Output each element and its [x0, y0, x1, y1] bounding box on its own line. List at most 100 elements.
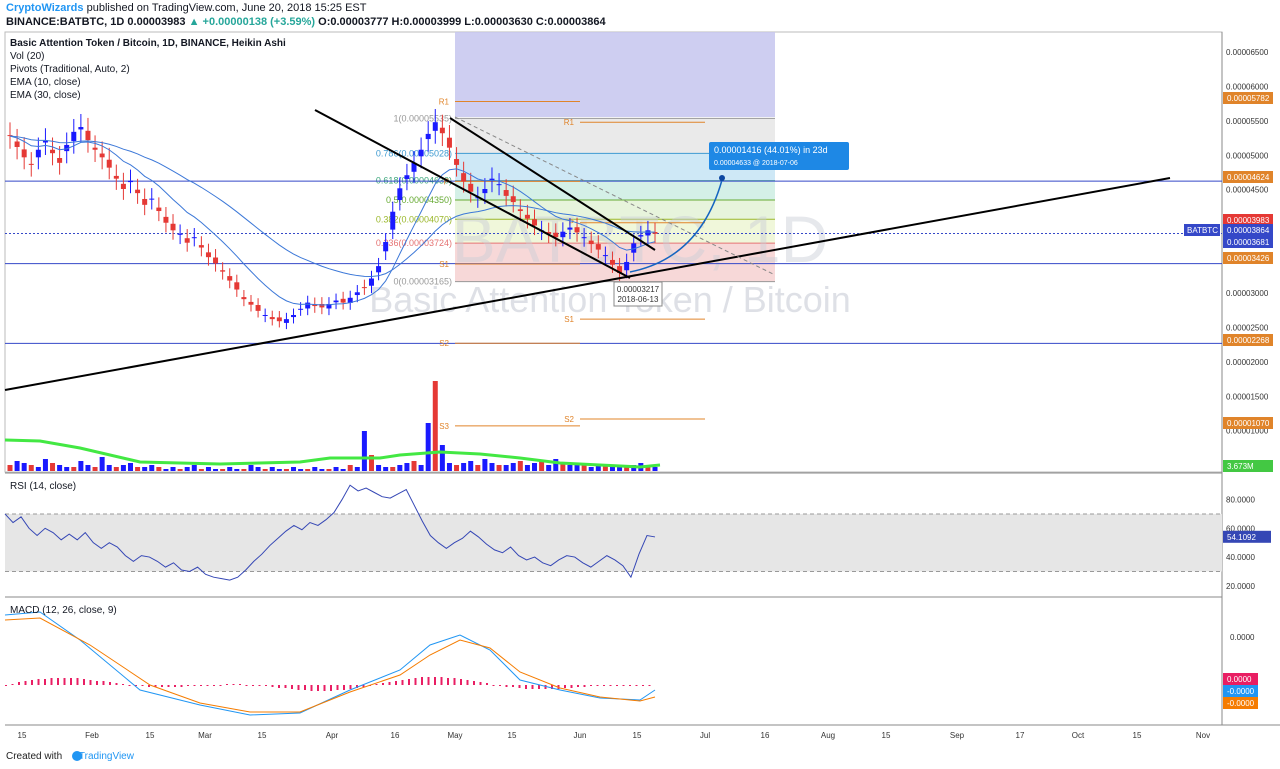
candle-body: [446, 137, 452, 148]
candle-body: [305, 302, 311, 309]
rsi-label[interactable]: RSI (14, close): [10, 481, 76, 493]
price-tag-text: 0.00002268: [1227, 336, 1270, 345]
fib-zone: [455, 180, 775, 201]
price-chart[interactable]: 1(0.00005535)0.786(0.00005028)0.618(0.00…: [0, 0, 1280, 769]
series-title[interactable]: Basic Attention Token / Bitcoin, 1D, BIN…: [10, 38, 286, 50]
y-tick-label: 0.00001500: [1226, 392, 1269, 401]
macd-hist-bar: [96, 681, 98, 685]
y-tick-label: 0.00006500: [1226, 48, 1269, 57]
macd-hist-bar: [388, 682, 391, 685]
macd-hist-bar: [102, 681, 105, 685]
volume-bar: [347, 465, 353, 471]
projection-text: 0.00001416 (44.01%) in 23d: [714, 145, 828, 155]
candle-body: [383, 242, 389, 252]
ema30-label[interactable]: EMA (30, close): [10, 90, 81, 102]
candle-body: [198, 245, 204, 248]
projection-subtext: 0.00004633 @ 2018-07-06: [714, 160, 798, 167]
volume-bar: [135, 467, 141, 471]
candle-body: [163, 216, 169, 223]
x-tick-label: May: [447, 731, 462, 740]
macd-hist-bar: [609, 685, 612, 686]
macd-hist-bar: [648, 685, 651, 686]
macd-hist-bar: [479, 682, 482, 685]
pivot-label: S2: [439, 339, 449, 348]
macd-hist-bar: [440, 677, 443, 685]
candle-body: [595, 244, 601, 250]
candle-body: [581, 237, 587, 239]
macd-hist-bar: [382, 683, 384, 685]
macd-hist-bar: [616, 685, 618, 686]
volume-bar: [439, 445, 445, 471]
volume-bar: [262, 469, 268, 471]
price-tag-text: 0.00003983: [1227, 216, 1270, 225]
volume-bar: [425, 423, 431, 471]
candle-body: [262, 315, 268, 317]
macd-hist-bar: [57, 678, 59, 685]
volume-bar: [291, 467, 297, 471]
volume-bar: [383, 467, 389, 471]
macd-hist-bar: [421, 677, 423, 685]
candle-body: [255, 305, 261, 311]
candle-body: [560, 231, 566, 238]
macd-hist-bar: [447, 678, 449, 685]
macd-value-text: -0.0000: [1227, 687, 1255, 696]
ema10-label[interactable]: EMA (10, close): [10, 77, 81, 89]
macd-hist-bar: [226, 684, 228, 685]
volume-bar: [205, 467, 211, 471]
macd-hist-bar: [76, 678, 79, 685]
candle-body: [142, 198, 148, 205]
candle-body: [532, 219, 538, 226]
volume-bar: [142, 467, 148, 471]
pivot-label: S1: [564, 315, 574, 324]
pivot-label: R1: [564, 118, 575, 127]
macd-hist-bar: [310, 685, 313, 691]
y-tick-label: 0.00006000: [1226, 82, 1269, 91]
macd-label[interactable]: MACD (12, 26, close, 9): [10, 605, 117, 617]
macd-hist-bar: [219, 685, 222, 686]
price-tag-text: 0.00005782: [1227, 94, 1270, 103]
candle-body: [269, 317, 275, 320]
macd-hist-bar: [187, 685, 189, 686]
x-tick-label: 15: [258, 731, 267, 740]
volume-bar: [418, 465, 424, 471]
candle-body: [276, 317, 282, 322]
rsi-tick-label: 20.0000: [1226, 582, 1255, 591]
candle-body: [432, 122, 438, 131]
macd-hist-bar: [642, 685, 644, 686]
fib-label: 1(0.00005535): [393, 113, 452, 123]
macd-hist-bar: [525, 685, 527, 689]
volume-bar: [524, 465, 530, 471]
macd-hist-bar: [460, 679, 462, 685]
volume-bar: [475, 465, 481, 471]
chart-root: CryptoWizards published on TradingView.c…: [0, 0, 1280, 769]
candle-body: [220, 270, 226, 272]
y-tick-label: 0.00005000: [1226, 151, 1269, 160]
volume-bar: [21, 463, 27, 471]
candle-body: [248, 301, 254, 305]
volume-bar: [546, 465, 552, 471]
macd-hist-bar: [538, 685, 540, 689]
candle-body: [99, 153, 105, 158]
candle-body: [50, 149, 56, 154]
watermark-name: Basic Attention Token / Bitcoin: [369, 279, 851, 320]
y-tick-label: 0.00003000: [1226, 289, 1269, 298]
volume-bar: [298, 469, 304, 471]
macd-hist-bar: [473, 681, 475, 685]
volume-bar: [269, 467, 275, 471]
volume-bar: [333, 467, 339, 471]
volume-bar: [305, 469, 311, 471]
volume-label[interactable]: Vol (20): [10, 51, 44, 63]
footer-brand[interactable]: TradingView: [79, 751, 134, 762]
rsi-tick-label: 40.0000: [1226, 553, 1255, 562]
macd-hist-bar: [245, 685, 248, 686]
volume-bar: [432, 381, 438, 471]
price-tag-text: 0.00003426: [1227, 254, 1270, 263]
macd-hist-bar: [213, 685, 215, 686]
macd-hist-bar: [486, 683, 488, 685]
volume-bar: [340, 469, 346, 471]
pivots-label[interactable]: Pivots (Traditional, Auto, 2): [10, 64, 130, 76]
candle-body: [120, 183, 126, 189]
macd-hist-bar: [622, 685, 625, 686]
volume-bar: [64, 467, 70, 471]
candle-body: [645, 230, 651, 236]
